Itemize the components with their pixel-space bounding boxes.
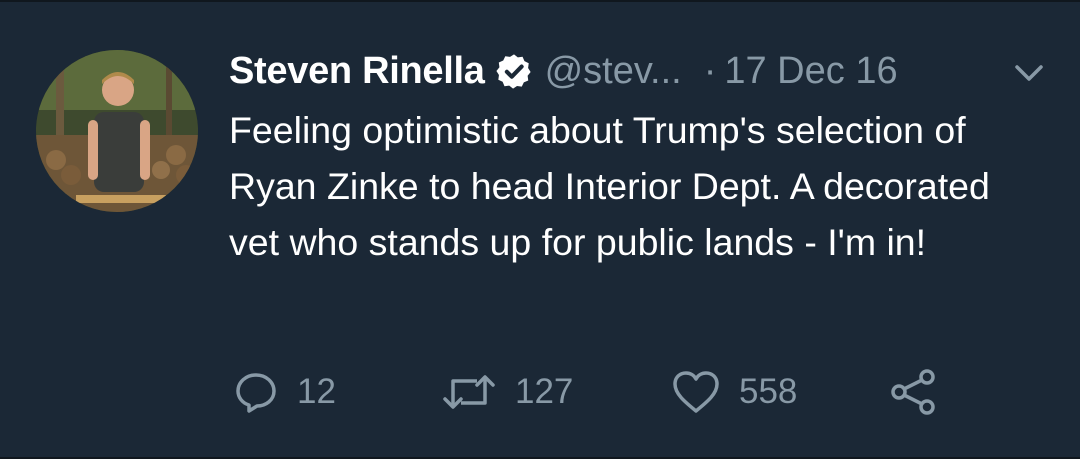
retweet-count: 127 <box>515 372 574 411</box>
avatar[interactable] <box>36 50 198 212</box>
heart-icon <box>671 369 721 415</box>
verified-badge-icon <box>495 52 533 90</box>
avatar-photo <box>36 50 198 212</box>
like-count: 558 <box>739 372 798 411</box>
header-separator: · <box>703 49 717 92</box>
like-button[interactable]: 558 <box>671 364 797 420</box>
tweet-actions: 12 127 558 <box>229 364 989 420</box>
tweet-text: Feeling optimistic about Trump's selecti… <box>229 109 990 263</box>
tweet-card[interactable]: Steven Rinella @stev... · 17 Dec 16 Feel… <box>0 0 1080 459</box>
reply-button[interactable]: 12 <box>233 364 336 420</box>
author-handle[interactable]: @stev... <box>545 50 682 93</box>
retweet-button[interactable]: 127 <box>441 364 573 420</box>
tweet-header: Steven Rinella @stev... · 17 Dec 16 <box>229 44 898 98</box>
chevron-down-icon[interactable] <box>1012 60 1046 86</box>
author-name[interactable]: Steven Rinella <box>229 50 485 93</box>
reply-bubble-icon <box>233 369 279 415</box>
retweet-arrows-icon <box>441 369 497 415</box>
share-button[interactable] <box>889 364 939 420</box>
reply-count: 12 <box>297 372 336 411</box>
tweet-date[interactable]: 17 Dec 16 <box>724 50 897 93</box>
share-icon <box>889 367 939 417</box>
